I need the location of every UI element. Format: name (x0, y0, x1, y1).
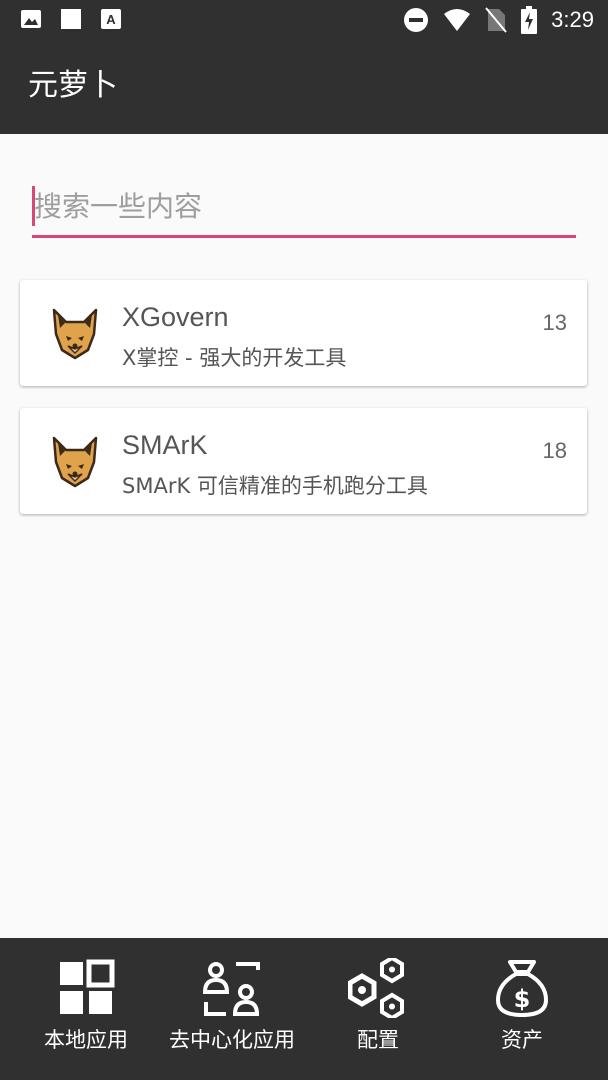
hexagon-nodes-icon (348, 958, 404, 1018)
status-bar: A 3:29 (0, 0, 608, 40)
people-icon (202, 962, 260, 1016)
grid-icon (60, 959, 115, 1014)
text-cursor (32, 186, 35, 226)
app-count: 13 (542, 310, 567, 335)
search-container (32, 178, 576, 242)
app-description: X掌控 - 强大的开发工具 (122, 346, 347, 370)
font-icon: A (101, 9, 121, 29)
app-description: SMArK 可信精准的手机跑分工具 (122, 474, 428, 498)
wifi-icon (444, 9, 471, 31)
status-time: 3:29 (551, 7, 594, 32)
image-icon (21, 10, 41, 28)
app-count: 18 (542, 438, 567, 463)
fox-icon (52, 436, 98, 488)
app-name: SMArK (122, 430, 208, 460)
nav-label: 本地应用 (44, 1028, 128, 1052)
money-bag-icon: $ (496, 960, 548, 1017)
nav-local-apps[interactable]: 本地应用 (10, 938, 162, 1080)
fox-icon (52, 308, 98, 360)
no-sim-icon (485, 7, 507, 33)
battery-charging-icon (521, 6, 538, 34)
nav-settings[interactable]: 配置 (302, 938, 454, 1080)
square-icon (61, 9, 81, 29)
app-title: 元萝卜 (28, 68, 118, 103)
bottom-nav: 本地应用 去中心化应用 配置 $ 资产 (0, 938, 608, 1080)
nav-label: 配置 (357, 1028, 399, 1052)
nav-assets[interactable]: $ 资产 (446, 938, 598, 1080)
app-bar: 元萝卜 (0, 40, 608, 134)
app-card-smark[interactable]: SMArK SMArK 可信精准的手机跑分工具 18 (20, 408, 587, 514)
do-not-disturb-icon (404, 8, 429, 32)
app-card-xgovern[interactable]: XGovern X掌控 - 强大的开发工具 13 (20, 280, 587, 386)
nav-label: 资产 (501, 1028, 543, 1052)
svg-text:$: $ (514, 985, 531, 1013)
app-name: XGovern (122, 302, 229, 332)
svg-text:A: A (106, 12, 116, 27)
nav-label: 去中心化应用 (169, 1028, 295, 1052)
search-input[interactable] (32, 178, 576, 238)
nav-dapps[interactable]: 去中心化应用 (156, 938, 308, 1080)
